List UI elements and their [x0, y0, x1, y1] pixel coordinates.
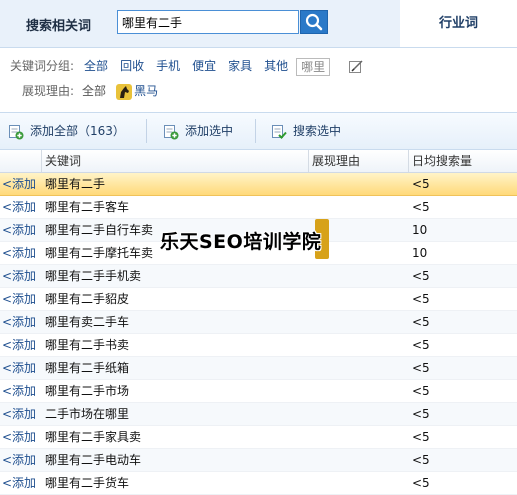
- table-row[interactable]: <添加 哪里有二手客车 <5: [0, 196, 517, 219]
- tab-search-label: 搜索相关词: [26, 19, 92, 34]
- table-row[interactable]: <添加 哪里有二手手机卖 <5: [0, 265, 517, 288]
- row-volume: <5: [412, 384, 430, 398]
- reason-dark-horse[interactable]: 黑马: [134, 84, 158, 98]
- row-keyword: 哪里有二手手机卖: [45, 269, 142, 283]
- search-selected-label: 搜索选中: [293, 124, 342, 138]
- row-volume: <5: [412, 177, 430, 191]
- table-row[interactable]: <添加 哪里有二手家具卖 <5: [0, 426, 517, 449]
- row-keyword: 哪里有卖二手车: [45, 315, 130, 329]
- watermark-text: 乐天SEO培训学院: [160, 231, 322, 253]
- row-keyword: 哪里有二手客车: [45, 200, 130, 214]
- add-selected-button[interactable]: 添加选中: [163, 113, 233, 149]
- group-custom-box[interactable]: 哪里: [296, 57, 331, 76]
- add-all-button[interactable]: 添加全部（163）: [8, 113, 125, 149]
- group-cheap[interactable]: 便宜: [192, 59, 216, 73]
- row-volume: <5: [412, 476, 430, 490]
- group-phone[interactable]: 手机: [156, 59, 180, 73]
- row-volume: 10: [412, 223, 428, 237]
- search-input[interactable]: [118, 11, 302, 33]
- group-other[interactable]: 其他: [264, 59, 288, 73]
- row-volume: <5: [412, 200, 430, 214]
- column-reason[interactable]: 展现理由: [312, 150, 360, 172]
- add-row-link[interactable]: <添加: [2, 288, 42, 310]
- column-divider: [41, 150, 42, 172]
- add-selected-label: 添加选中: [185, 124, 234, 138]
- table-row[interactable]: <添加 哪里有二手貂皮 <5: [0, 288, 517, 311]
- row-keyword: 哪里有二手书卖: [45, 338, 130, 352]
- reason-all[interactable]: 全部: [82, 84, 106, 98]
- row-volume: 10: [412, 246, 428, 260]
- row-volume: <5: [412, 292, 430, 306]
- add-row-link[interactable]: <添加: [2, 403, 42, 425]
- row-volume: <5: [412, 430, 430, 444]
- row-keyword: 哪里有二手货车: [45, 476, 130, 490]
- row-keyword: 哪里有二手貂皮: [45, 292, 130, 306]
- add-row-link[interactable]: <添加: [2, 334, 42, 356]
- edit-icon[interactable]: [348, 59, 364, 75]
- add-row-link[interactable]: <添加: [2, 357, 42, 379]
- column-daily-volume[interactable]: 日均搜索量: [412, 150, 472, 172]
- dark-horse-icon: [116, 83, 133, 100]
- add-row-link[interactable]: <添加: [2, 472, 42, 494]
- toolbar-divider: [255, 119, 256, 143]
- keyword-table-body: <添加 哪里有二手 <5 <添加 哪里有二手客车 <5 <添加 哪里有二手自行车…: [0, 173, 517, 495]
- add-row-link[interactable]: <添加: [2, 196, 42, 218]
- add-row-link[interactable]: <添加: [2, 311, 42, 333]
- filter-panel: 关键词分组: 全部 回收 手机 便宜 家具 其他 哪里 展现理由: 全部 黑马: [0, 48, 517, 110]
- row-volume: <5: [412, 453, 430, 467]
- reason-filter-label: 展现理由:: [22, 84, 75, 98]
- group-recycle[interactable]: 回收: [120, 59, 144, 73]
- add-row-link[interactable]: <添加: [2, 449, 42, 471]
- tab-search-related[interactable]: 搜索相关词: [0, 0, 401, 47]
- search-icon: [305, 13, 323, 31]
- add-row-link[interactable]: <添加: [2, 380, 42, 402]
- table-row[interactable]: <添加 哪里有卖二手车 <5: [0, 311, 517, 334]
- top-bar: 搜索相关词 行业词: [0, 0, 517, 48]
- add-row-link[interactable]: <添加: [2, 426, 42, 448]
- row-keyword: 二手市场在哪里: [45, 407, 130, 421]
- add-all-icon: [9, 124, 24, 139]
- row-volume: <5: [412, 315, 430, 329]
- add-all-label: 添加全部（163）: [30, 124, 125, 138]
- search-button[interactable]: [300, 10, 328, 34]
- table-header: 关键词 展现理由 日均搜索量: [0, 150, 517, 173]
- search-selected-button[interactable]: 搜索选中: [271, 113, 341, 149]
- table-row[interactable]: <添加 哪里有二手纸箱 <5: [0, 357, 517, 380]
- column-divider: [308, 150, 309, 172]
- add-row-link[interactable]: <添加: [2, 265, 42, 287]
- table-row[interactable]: <添加 哪里有二手市场 <5: [0, 380, 517, 403]
- row-keyword: 哪里有二手家具卖: [45, 430, 142, 444]
- row-volume: <5: [412, 361, 430, 375]
- add-selected-icon: [164, 124, 179, 139]
- toolbar-divider: [146, 119, 147, 143]
- row-volume: <5: [412, 407, 430, 421]
- group-all[interactable]: 全部: [84, 59, 108, 73]
- action-toolbar: 添加全部（163） 添加选中 搜索选中: [0, 112, 517, 150]
- column-divider: [408, 150, 409, 172]
- table-row[interactable]: <添加 哪里有二手 <5: [0, 173, 517, 196]
- row-keyword: 哪里有二手: [45, 177, 106, 191]
- table-row[interactable]: <添加 哪里有二手书卖 <5: [0, 334, 517, 357]
- table-row[interactable]: <添加 哪里有二手货车 <5: [0, 472, 517, 495]
- add-row-link[interactable]: <添加: [2, 219, 42, 241]
- row-volume: <5: [412, 338, 430, 352]
- group-filter-label: 关键词分组:: [10, 59, 75, 73]
- row-keyword: 哪里有二手市场: [45, 384, 130, 398]
- table-row[interactable]: <添加 二手市场在哪里 <5: [0, 403, 517, 426]
- table-row[interactable]: <添加 哪里有二手电动车 <5: [0, 449, 517, 472]
- row-volume: <5: [412, 269, 430, 283]
- group-furniture[interactable]: 家具: [228, 59, 252, 73]
- row-keyword: 哪里有二手纸箱: [45, 361, 130, 375]
- tab-industry-words[interactable]: 行业词: [400, 0, 517, 47]
- add-row-link[interactable]: <添加: [2, 242, 42, 264]
- row-keyword: 哪里有二手电动车: [45, 453, 142, 467]
- group-filter-row: 关键词分组: 全部 回收 手机 便宜 家具 其他 哪里: [10, 56, 364, 76]
- reason-filter-row: 展现理由: 全部 黑马: [22, 81, 158, 101]
- column-keyword[interactable]: 关键词: [45, 150, 81, 172]
- search-box: [117, 10, 302, 34]
- add-row-link[interactable]: <添加: [2, 173, 42, 195]
- search-selected-icon: [272, 124, 287, 139]
